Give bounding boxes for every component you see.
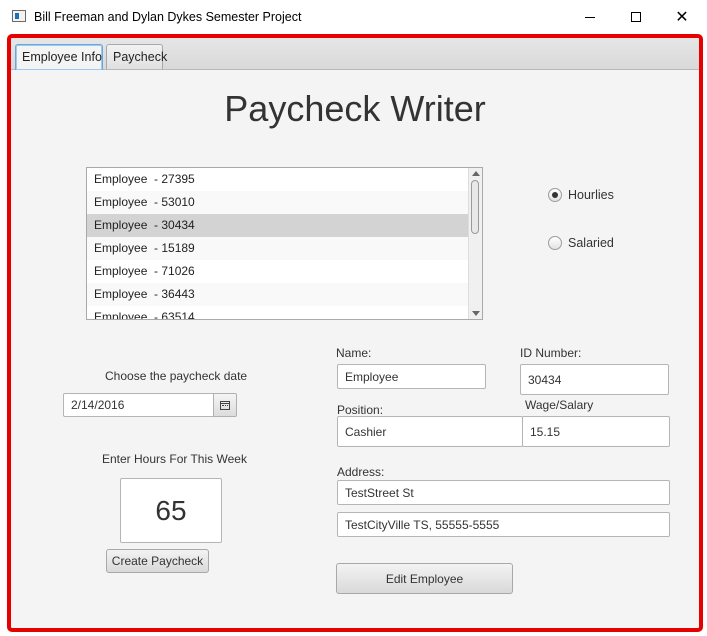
position-label: Position: [337,403,384,417]
radio-hourlies[interactable]: Hourlies [548,188,614,202]
list-item[interactable]: Employee - 71026 [87,260,469,283]
tab-bar: Employee Info Paycheck [11,38,699,70]
list-item[interactable]: Employee - 53010 [87,191,469,214]
date-picker-button[interactable] [213,393,237,417]
close-button[interactable]: ✕ [660,2,704,32]
window-title-bar: Bill Freeman and Dylan Dykes Semester Pr… [0,0,707,34]
radio-salaried[interactable]: Salaried [548,236,614,250]
radio-hourlies-label: Hourlies [568,188,614,202]
name-label: Name: [336,346,372,360]
scroll-up-icon[interactable] [472,171,480,176]
hours-input[interactable]: 65 [120,478,222,543]
list-item-selected[interactable]: Employee - 30434 [87,214,469,237]
maximize-icon [631,12,641,22]
wage-salary-field[interactable]: 15.15 [522,416,670,447]
tab-paycheck[interactable]: Paycheck [106,44,167,69]
app-window-icon [12,10,26,22]
app-frame: Employee Info Paycheck Paycheck Writer E… [7,34,703,632]
edit-employee-button[interactable]: Edit Employee [336,563,513,594]
radio-salaried-label: Salaried [568,236,614,250]
wage-salary-label: Wage/Salary [525,398,594,412]
maximize-button[interactable] [614,2,658,32]
page-title: Paycheck Writer [224,88,486,129]
radio-checked-icon[interactable] [548,188,562,202]
hours-label: Enter Hours For This Week [102,452,247,466]
position-field[interactable]: Cashier [337,416,523,447]
create-paycheck-button[interactable]: Create Paycheck [106,549,209,573]
list-item[interactable]: Employee - 36443 [87,283,469,306]
paycheck-date-input[interactable]: 2/14/2016 [63,393,214,417]
list-item[interactable]: Employee - 27395 [87,168,469,191]
id-number-label: ID Number: [520,346,582,360]
paycheck-date-label: Choose the paycheck date [105,369,248,383]
minimize-button[interactable] [568,2,612,32]
window-title: Bill Freeman and Dylan Dykes Semester Pr… [34,10,302,24]
scroll-down-icon[interactable] [472,311,480,316]
address-line2-field[interactable]: TestCityVille TS, 55555-5555 [337,512,670,537]
tab-employee-info[interactable]: Employee Info [15,44,103,70]
address-line1-field[interactable]: TestStreet St [337,480,670,505]
name-field[interactable]: Employee [337,364,486,389]
calendar-icon [220,400,230,410]
close-icon: ✕ [675,9,689,26]
radio-unchecked-icon[interactable] [548,236,562,250]
scroll-thumb[interactable] [471,180,479,234]
minimize-icon [585,16,595,18]
employee-list[interactable]: Employee - 27395 Employee - 53010 Employ… [86,167,483,320]
address-label: Address: [337,465,385,479]
id-number-field[interactable]: 30434 [520,364,669,395]
list-item[interactable]: Employee - 63514 [87,306,469,319]
list-scrollbar[interactable] [468,168,482,319]
list-item[interactable]: Employee - 15189 [87,237,469,260]
